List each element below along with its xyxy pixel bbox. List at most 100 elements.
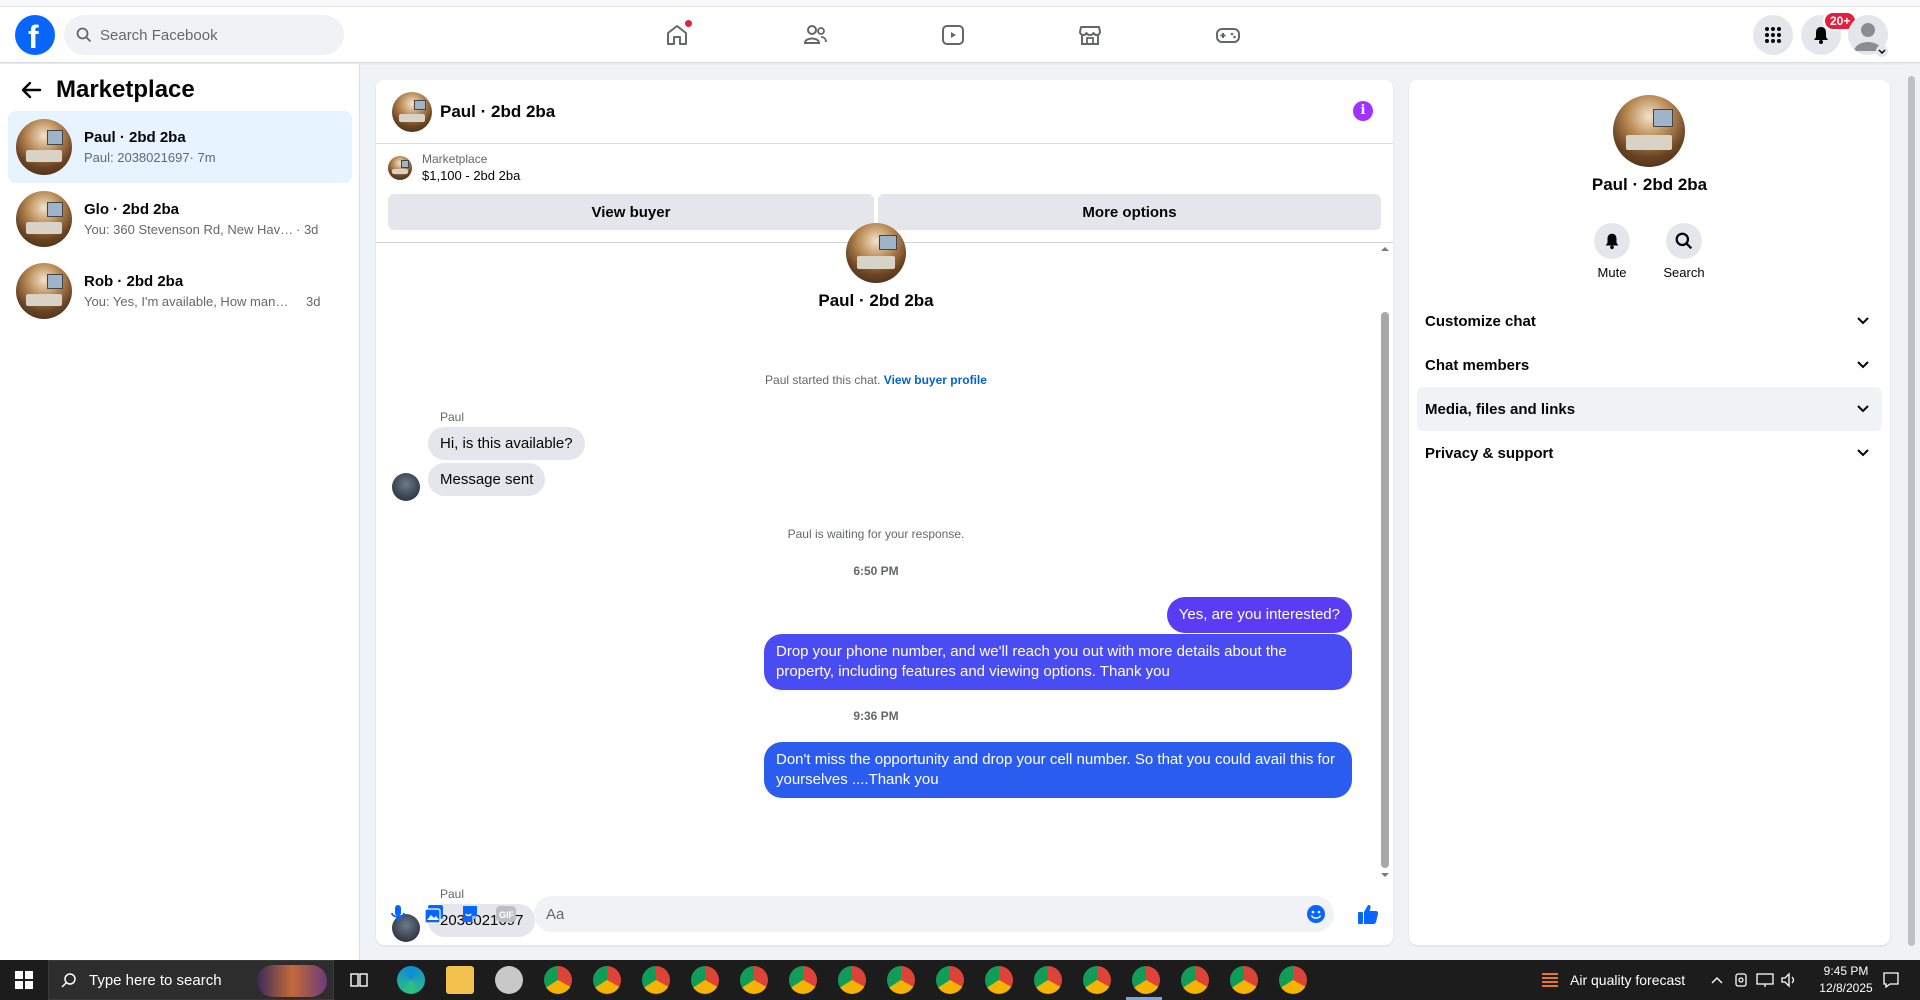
chevron-down-icon[interactable] xyxy=(1876,45,1888,57)
app-icon[interactable] xyxy=(495,966,523,994)
menu-button[interactable] xyxy=(1753,15,1793,55)
chrome-icon[interactable] xyxy=(1279,966,1307,994)
row-label: Media, files and links xyxy=(1425,400,1576,418)
system-clock[interactable]: 9:45 PM 12/8/2025 xyxy=(1808,963,1884,997)
marketplace-inbox-sidebar: Marketplace Paul · 2bd 2ba Paul: 2038021… xyxy=(0,64,360,960)
sticker-icon xyxy=(463,906,477,922)
page-scrollbar-thumb[interactable] xyxy=(1908,76,1915,946)
info-icon[interactable]: i xyxy=(1353,101,1373,121)
photo-icon xyxy=(424,905,443,924)
buyer-avatar xyxy=(846,223,906,283)
listing-label: Marketplace xyxy=(422,152,488,166)
attach-photo-button[interactable] xyxy=(420,900,448,928)
conversation-item[interactable]: Rob · 2bd 2ba You: Yes, I'm available, H… xyxy=(8,255,352,327)
chrome-icon[interactable] xyxy=(936,966,964,994)
listing-summary[interactable]: Marketplace $1,100 - 2bd 2ba xyxy=(388,152,520,183)
notifications-button[interactable]: 20+ xyxy=(1801,11,1858,55)
scroll-up-arrow-icon[interactable] xyxy=(1380,245,1390,253)
more-options-button[interactable]: More options xyxy=(878,194,1381,230)
conversation-name: Rob · 2bd 2ba xyxy=(84,273,184,290)
back-arrow-icon[interactable] xyxy=(20,79,42,101)
conversation-name: Paul · 2bd 2ba xyxy=(84,129,186,146)
chrome-icon[interactable] xyxy=(1083,966,1111,994)
facebook-logo-icon[interactable]: f xyxy=(15,15,55,55)
search-highlight-image xyxy=(257,965,327,997)
listing-thumbnail xyxy=(16,191,72,247)
chrome-icon[interactable] xyxy=(593,966,621,994)
nav-friends[interactable] xyxy=(760,7,870,63)
chrome-icon[interactable] xyxy=(838,966,866,994)
search-input[interactable] xyxy=(100,26,320,44)
chrome-icon[interactable] xyxy=(1034,966,1062,994)
chat-members-row[interactable]: Chat members xyxy=(1417,343,1882,387)
nav-marketplace[interactable] xyxy=(1035,7,1145,63)
buyer-avatar-large xyxy=(1613,95,1685,167)
search-box[interactable] xyxy=(64,15,344,55)
view-buyer-button[interactable]: View buyer xyxy=(388,194,874,230)
chrome-icon[interactable] xyxy=(1181,966,1209,994)
chevron-up-icon[interactable] xyxy=(1711,975,1723,985)
chat-avatar[interactable] xyxy=(392,91,432,132)
scroll-down-arrow-icon[interactable] xyxy=(1380,871,1390,879)
taskbar-search-text: Type here to search xyxy=(89,971,222,989)
microphone-icon xyxy=(391,905,405,922)
chevron-down-icon xyxy=(1857,317,1869,325)
media-files-links-row[interactable]: Media, files and links xyxy=(1417,387,1882,431)
chrome-icon[interactable] xyxy=(544,966,572,994)
network-icon[interactable] xyxy=(1756,972,1774,988)
page-scrollbar[interactable] xyxy=(1903,64,1920,960)
chrome-icon[interactable] xyxy=(691,966,719,994)
chrome-icon[interactable] xyxy=(1132,966,1160,994)
volume-icon[interactable] xyxy=(1780,972,1798,988)
conversation-item[interactable]: Glo · 2bd 2ba You: 360 Stevenson Rd, New… xyxy=(8,183,352,255)
message-input[interactable] xyxy=(546,905,1286,923)
search-action[interactable]: Search xyxy=(1654,223,1714,280)
listing-thumbnail xyxy=(388,155,412,180)
customize-chat-row[interactable]: Customize chat xyxy=(1417,299,1882,343)
view-buyer-profile-link[interactable]: View buyer profile xyxy=(884,373,987,387)
buyer-name: Paul · 2bd 2ba xyxy=(818,291,934,310)
row-label: Chat members xyxy=(1425,356,1530,374)
like-button[interactable] xyxy=(1354,900,1382,928)
page-title: Marketplace xyxy=(56,76,195,103)
notification-center-icon[interactable] xyxy=(1882,971,1900,989)
file-explorer-icon[interactable] xyxy=(446,966,474,994)
chat-started-text: Paul started this chat. xyxy=(765,373,881,387)
emoji-icon[interactable] xyxy=(1306,904,1326,924)
sticker-button[interactable] xyxy=(456,900,484,928)
voice-clip-button[interactable] xyxy=(384,900,412,928)
outgoing-message: Don't miss the opportunity and drop your… xyxy=(764,742,1352,798)
chrome-icon[interactable] xyxy=(1230,966,1258,994)
weather-widget[interactable]: Air quality forecast xyxy=(1540,960,1685,1000)
nav-watch[interactable] xyxy=(898,7,1008,63)
mute-label: Mute xyxy=(1597,265,1627,280)
edge-browser-icon[interactable] xyxy=(397,966,425,994)
conversation-time: · 7m xyxy=(189,150,216,165)
gif-button[interactable]: GIF xyxy=(492,900,520,928)
nav-gaming[interactable] xyxy=(1173,7,1283,63)
nav-home[interactable] xyxy=(622,7,732,63)
grid-menu-icon xyxy=(1765,27,1781,43)
privacy-support-row[interactable]: Privacy & support xyxy=(1417,431,1882,475)
windows-taskbar: Type here to search Air quality forecast… xyxy=(0,960,1920,1000)
chrome-icon[interactable] xyxy=(642,966,670,994)
conversation-time: 3d xyxy=(306,294,321,309)
chrome-icon[interactable] xyxy=(789,966,817,994)
chrome-icon[interactable] xyxy=(887,966,915,994)
chat-title[interactable]: Paul · 2bd 2ba xyxy=(440,102,555,122)
chrome-icon[interactable] xyxy=(740,966,768,994)
conversation-preview: Paul: 2038021697 xyxy=(84,150,190,165)
chat-details-panel: Paul · 2bd 2ba Mute Search Customize cha… xyxy=(1409,80,1890,945)
mute-action[interactable]: Mute xyxy=(1582,223,1642,280)
chrome-icon[interactable] xyxy=(985,966,1013,994)
conversation-item[interactable]: Paul · 2bd 2ba Paul: 2038021697 · 7m xyxy=(8,111,352,183)
listing-thumbnail xyxy=(16,263,72,319)
message-input-box[interactable] xyxy=(534,896,1334,932)
task-view-icon[interactable] xyxy=(350,971,368,989)
chat-scrollbar-thumb[interactable] xyxy=(1381,312,1389,868)
row-label: Customize chat xyxy=(1425,312,1536,330)
start-button[interactable] xyxy=(0,960,48,1000)
meet-now-icon[interactable] xyxy=(1734,972,1748,988)
taskbar-search[interactable]: Type here to search xyxy=(48,960,334,1000)
top-navigation-bar: f 20+ xyxy=(0,7,1920,63)
